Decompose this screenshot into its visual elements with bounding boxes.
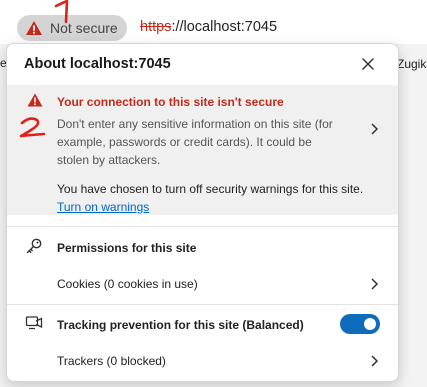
warning-icon (26, 21, 42, 35)
annotation-1: 1 (54, 0, 69, 24)
cookies-label: Cookies (0 cookies in use) (57, 277, 198, 291)
bookmark-item-zugik[interactable]: Zugik (397, 57, 426, 71)
url-field[interactable]: https://localhost:7045 (140, 19, 277, 35)
chevron-right-icon (371, 123, 379, 135)
cookies-row[interactable]: Cookies (0 cookies in use) (7, 266, 398, 300)
flyout-header: About localhost:7045 (7, 44, 398, 84)
tracking-icon (25, 316, 43, 330)
url-scheme: https (140, 19, 172, 35)
annotation-2: 2 (19, 117, 46, 138)
warning-description: Don't enter any sensitive information on… (57, 117, 333, 167)
address-bar: Not secure https://localhost:7045 1 (0, 0, 427, 44)
trackers-label: Trackers (0 blocked) (57, 354, 166, 368)
chevron-right-icon (371, 278, 379, 290)
flyout-title: About localhost:7045 (24, 56, 171, 72)
url-host: ://localhost:7045 (171, 19, 278, 35)
warning-icon (27, 93, 43, 107)
permissions-heading: Permissions for this site (57, 241, 197, 255)
divider (7, 226, 398, 227)
toggle-knob (364, 318, 376, 330)
site-info-flyout: About localhost:7045 Your connection to … (6, 43, 399, 382)
warning-title: Your connection to this site isn't secur… (57, 95, 284, 109)
close-icon[interactable] (360, 56, 376, 72)
key-icon (26, 238, 42, 254)
tracking-prevention-label: Tracking prevention for this site (Balan… (57, 318, 304, 332)
chevron-right-icon (371, 355, 379, 367)
divider (7, 304, 398, 305)
trackers-row[interactable]: Trackers (0 blocked) (7, 344, 398, 378)
turn-on-warnings-link[interactable]: Turn on warnings (57, 200, 149, 214)
tracking-prevention-toggle[interactable] (340, 314, 380, 334)
security-off-text: You have chosen to turn off security war… (57, 182, 364, 196)
